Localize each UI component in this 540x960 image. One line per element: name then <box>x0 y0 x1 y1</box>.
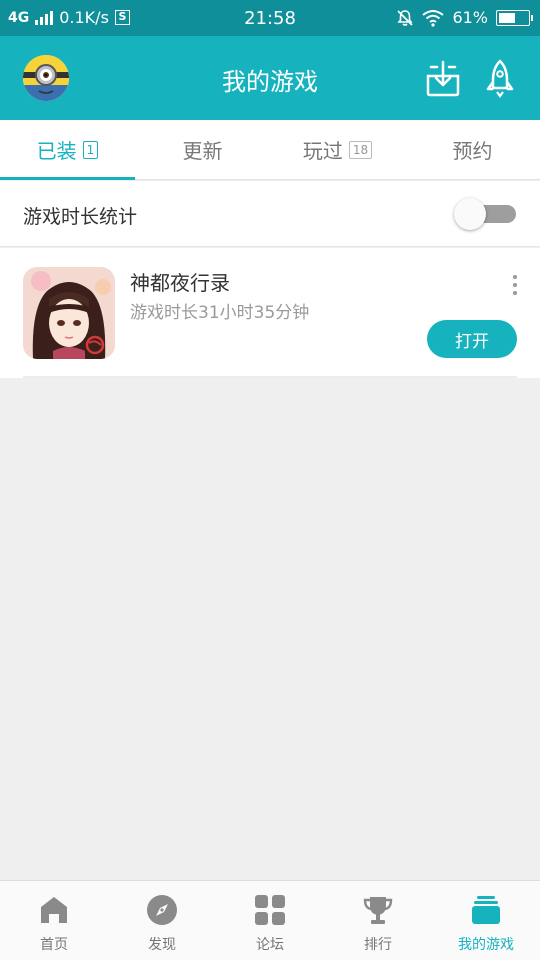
nav-label: 发现 <box>148 937 176 953</box>
bottom-nav: 首页 发现 论坛 排行 我的游戏 <box>0 880 540 960</box>
open-game-button[interactable]: 打开 <box>427 320 517 358</box>
tab-count-badge: 18 <box>348 140 373 159</box>
battery-icon <box>496 9 533 26</box>
play-time-stats-label: 游戏时长统计 <box>23 206 138 228</box>
game-play-time: 游戏时长31小时35分钟 <box>130 303 310 323</box>
tab-updates[interactable]: 更新 <box>135 120 270 179</box>
nav-item-ranking[interactable]: 排行 <box>324 881 432 960</box>
forum-grid-icon <box>255 895 285 925</box>
game-app-icon[interactable] <box>23 267 115 359</box>
nav-item-forum[interactable]: 论坛 <box>216 881 324 960</box>
tab-played[interactable]: 玩过 18 <box>270 120 405 179</box>
wifi-icon <box>422 9 445 27</box>
nav-label: 排行 <box>364 937 392 953</box>
tab-reserved[interactable]: 预约 <box>405 120 540 179</box>
tab-count-badge: 1 <box>82 140 99 159</box>
battery-fill <box>499 12 515 23</box>
nav-item-home[interactable]: 首页 <box>0 881 108 960</box>
tab-label: 更新 <box>182 139 223 163</box>
tab-label: 玩过 <box>302 139 343 163</box>
tab-label: 预约 <box>452 139 493 163</box>
nav-label: 首页 <box>40 937 68 953</box>
status-right: 61% <box>396 8 533 27</box>
tab-bar: 已装 1 更新 玩过 18 预约 <box>0 120 540 180</box>
card-divider <box>23 376 517 378</box>
tab-installed[interactable]: 已装 1 <box>0 120 135 180</box>
nav-item-discover[interactable]: 发现 <box>108 881 216 960</box>
trophy-icon <box>363 897 393 924</box>
download-manager-icon[interactable] <box>425 58 461 98</box>
compass-icon <box>147 895 177 925</box>
more-options-icon[interactable] <box>509 275 521 295</box>
nav-label: 我的游戏 <box>458 937 514 953</box>
status-bar: 4G 0.1K/s S 21:58 61% <box>0 0 540 36</box>
nav-item-my-games[interactable]: 我的游戏 <box>432 881 540 960</box>
game-name: 神都夜行录 <box>130 271 230 295</box>
my-games-icon <box>472 896 500 924</box>
nav-label: 论坛 <box>256 937 284 953</box>
play-time-stats-toggle[interactable] <box>454 198 516 230</box>
battery-percent: 61% <box>452 8 488 27</box>
home-icon <box>41 897 67 923</box>
toggle-knob <box>454 198 486 230</box>
app-bar: 我的游戏 <box>0 36 540 120</box>
tab-label: 已装 <box>36 139 77 163</box>
game-list-item[interactable]: 神都夜行录 游戏时长31小时35分钟 打开 <box>0 248 540 378</box>
bell-off-icon <box>397 9 414 26</box>
rocket-speedup-icon[interactable] <box>482 58 518 98</box>
